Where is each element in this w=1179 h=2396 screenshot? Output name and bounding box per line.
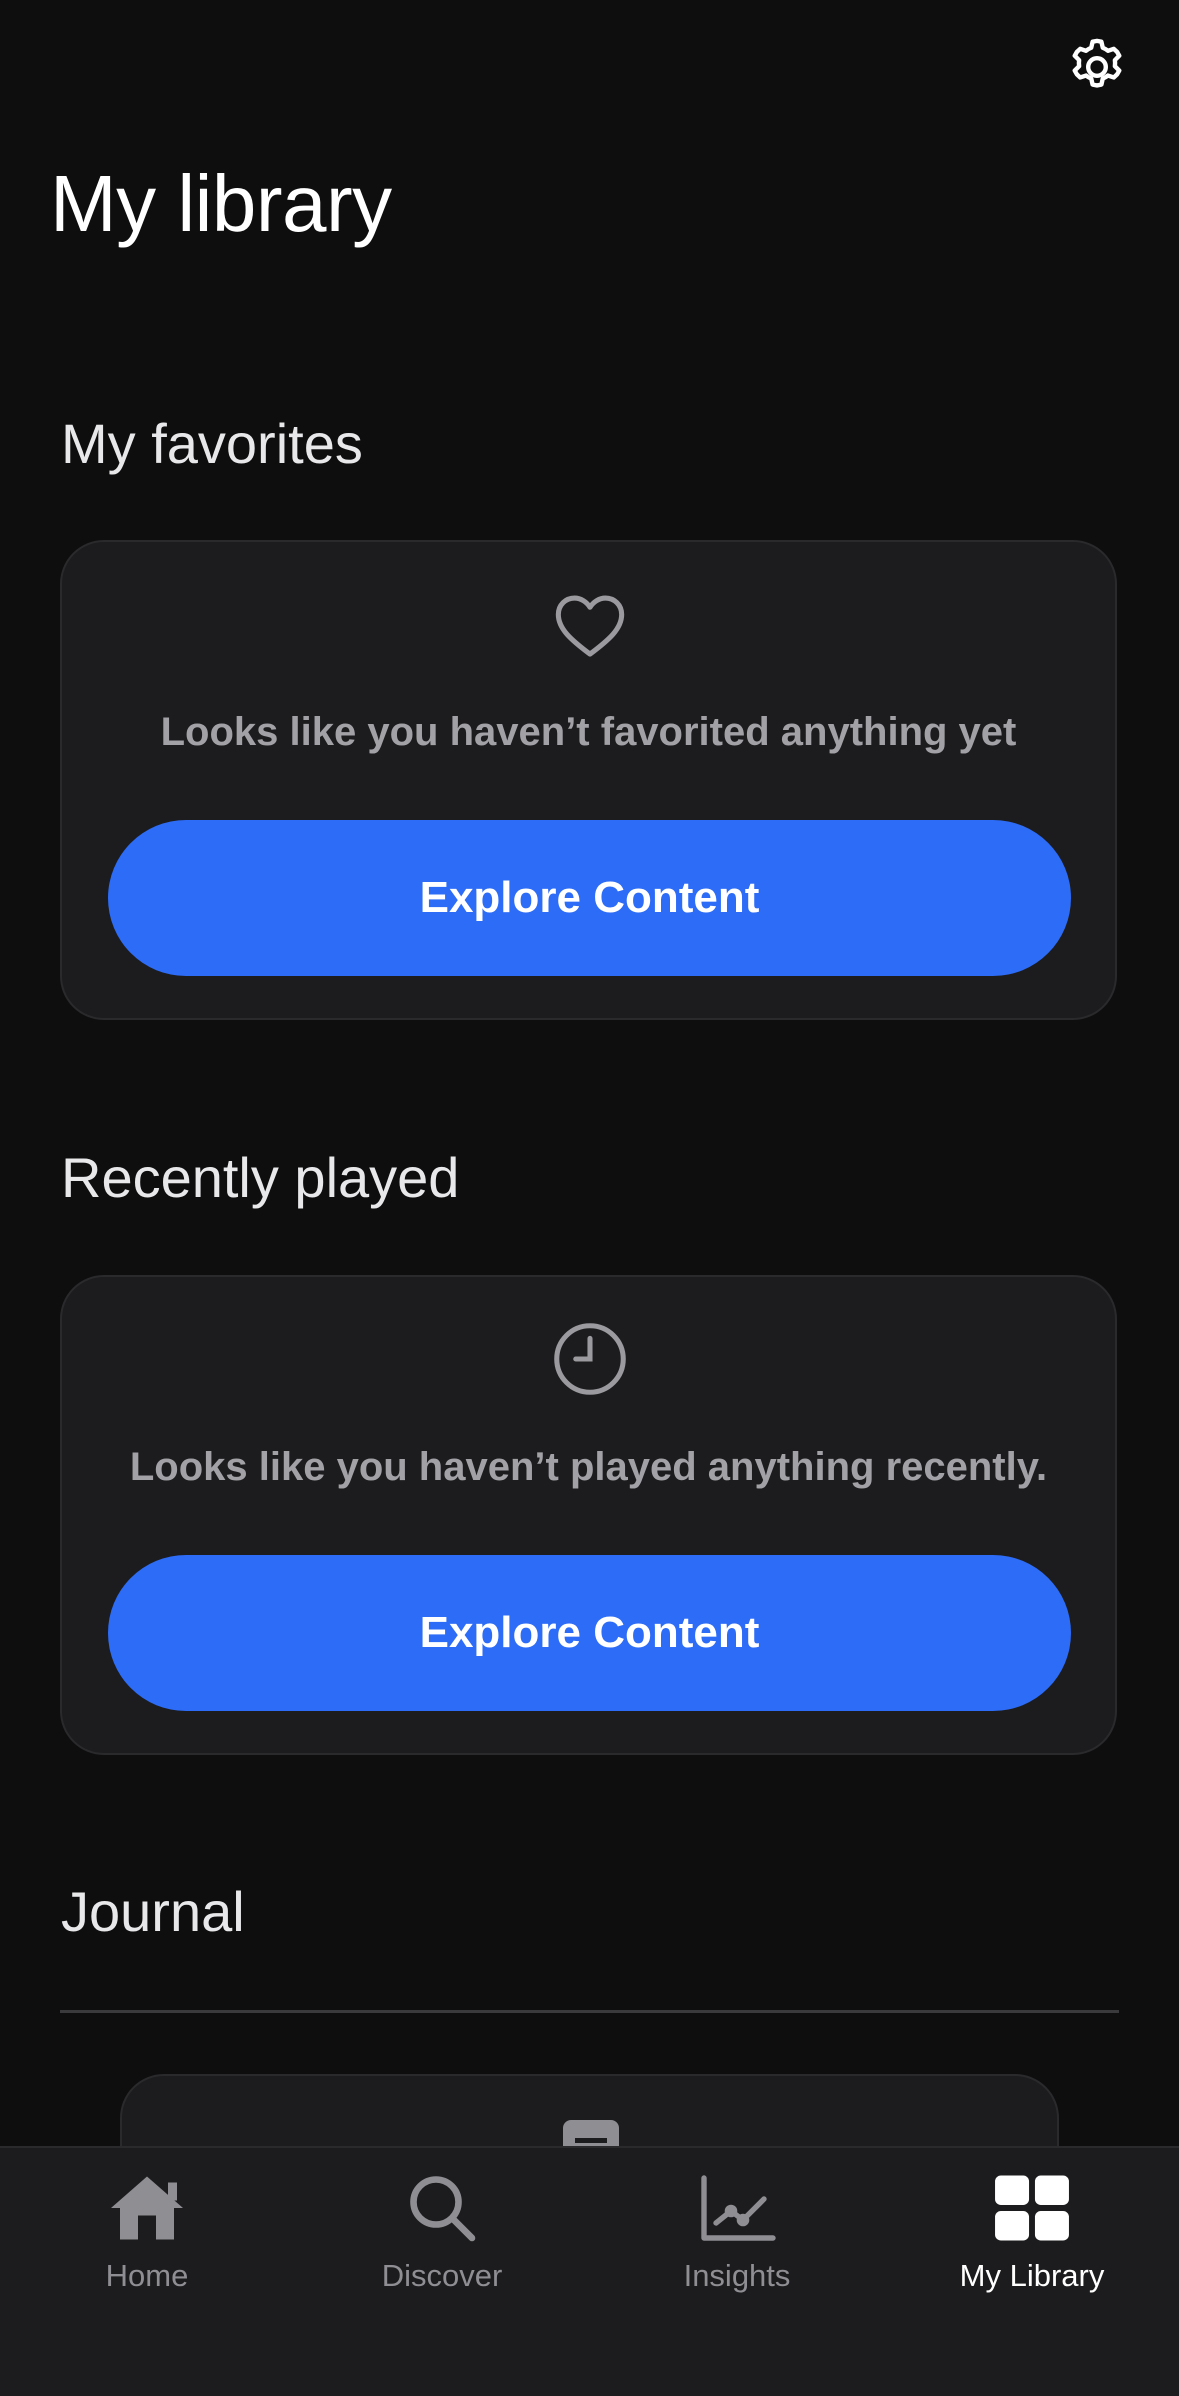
gear-icon <box>1072 38 1122 88</box>
tab-home[interactable]: Home <box>0 2168 294 2308</box>
chart-icon <box>692 2168 782 2248</box>
explore-content-button[interactable]: Explore Content <box>108 1555 1071 1711</box>
recent-empty-text: Looks like you haven’t played anything r… <box>129 1445 1048 1489</box>
journal-section-title: Journal <box>61 1880 245 1943</box>
tab-home-label: Home <box>105 2258 189 2293</box>
explore-content-button[interactable]: Explore Content <box>108 820 1071 976</box>
recent-section-title: Recently played <box>61 1146 460 1209</box>
settings-button[interactable] <box>1062 32 1132 102</box>
tab-my-library-label: My Library <box>959 2258 1105 2293</box>
favorites-section-title: My favorites <box>61 412 363 475</box>
search-icon <box>397 2168 487 2248</box>
grid-icon <box>987 2168 1077 2248</box>
recent-empty-card: Looks like you haven’t played anything r… <box>60 1275 1117 1755</box>
tab-insights[interactable]: Insights <box>590 2168 884 2308</box>
page-title: My library <box>50 159 392 248</box>
tab-insights-label: Insights <box>683 2258 791 2293</box>
tab-my-library[interactable]: My Library <box>885 2168 1179 2308</box>
home-icon <box>102 2168 192 2248</box>
tab-discover[interactable]: Discover <box>295 2168 589 2308</box>
clock-icon <box>552 1321 628 1397</box>
divider <box>60 2010 1119 2013</box>
tab-bar: Home Discover Insights My Library <box>0 2146 1179 2396</box>
favorites-empty-text: Looks like you haven’t favorited anythin… <box>160 710 1017 754</box>
tab-discover-label: Discover <box>381 2258 503 2293</box>
heart-icon <box>552 586 628 662</box>
favorites-empty-card: Looks like you haven’t favorited anythin… <box>60 540 1117 1020</box>
